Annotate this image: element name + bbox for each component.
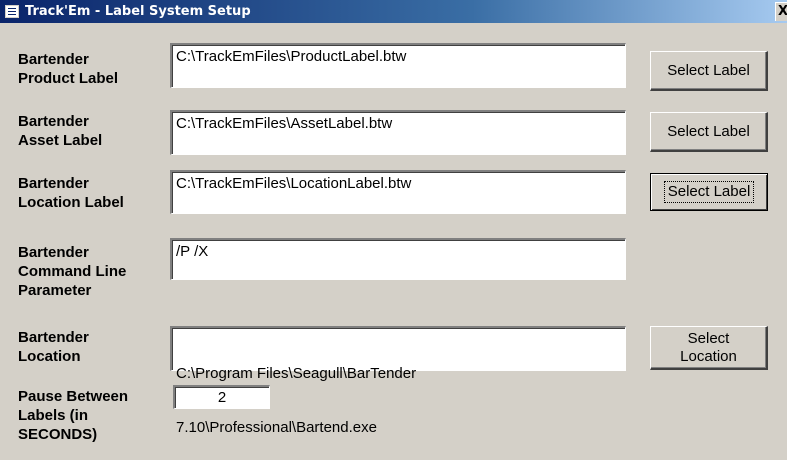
location-label-path-field[interactable]: C:\TrackEmFiles\LocationLabel.btw [170,170,626,214]
select-location-button-line2: Location [680,347,737,365]
location-label-caption-line2: Location Label [18,194,124,211]
bartender-location-path-field[interactable]: C:\Program Files\Seagull\BarTender 7.10\… [170,326,626,436]
bartender-location-path-line1: C:\Program Files\Seagull\BarTender [176,365,417,382]
select-location-label-button[interactable]: Select Label [650,173,768,211]
select-location-label-button-label: Select Label [663,181,755,203]
select-asset-label-button-label: Select Label [667,122,750,140]
asset-label-caption-line2: Asset Label [18,132,103,149]
command-line-caption-line2: Command Line [18,263,127,280]
bartender-location-path-line2: 7.10\Professional\Bartend.exe [176,419,377,436]
product-label-caption-line1: Bartender [18,51,89,68]
asset-label-path-field[interactable]: C:\TrackEmFiles\AssetLabel.btw [170,110,626,155]
command-line-caption-line1: Bartender [18,244,89,261]
pause-caption-line1: Pause Between [18,388,129,405]
command-line-caption: Bartender Command Line Parameter [18,243,126,300]
title-bar: Track'Em - Label System Setup X [0,0,787,23]
close-icon[interactable]: X [775,2,787,21]
product-label-caption-line2: Product Label [18,70,119,87]
select-location-button-label: Select Location [680,330,737,366]
form-icon [5,5,19,18]
pause-caption-line2: Labels (in [18,407,89,424]
command-line-caption-line3: Parameter [18,282,92,299]
command-line-parameter-field[interactable]: /P /X [170,238,626,280]
select-location-button-line1: Select [687,329,730,347]
asset-label-caption-line1: Bartender [18,113,89,130]
select-product-label-button-label: Select Label [667,61,750,79]
window-title: Track'Em - Label System Setup [25,4,251,19]
asset-label-caption: Bartender Asset Label [18,112,102,150]
bartender-location-caption: Bartender Location [18,328,89,366]
select-asset-label-button[interactable]: Select Label [650,112,768,152]
bartender-location-caption-line1: Bartender [18,329,89,346]
location-label-caption-line1: Bartender [18,175,89,192]
location-label-caption: Bartender Location Label [18,174,124,212]
pause-seconds-field[interactable]: 2 [173,385,270,409]
pause-caption-line3: SECONDS) [18,426,98,443]
product-label-caption: Bartender Product Label [18,50,118,88]
pause-caption: Pause Between Labels (in SECONDS) [18,387,128,444]
select-location-button[interactable]: Select Location [650,326,768,370]
product-label-path-field[interactable]: C:\TrackEmFiles\ProductLabel.btw [170,43,626,88]
select-product-label-button[interactable]: Select Label [650,51,768,91]
bartender-location-caption-line2: Location [18,348,81,365]
